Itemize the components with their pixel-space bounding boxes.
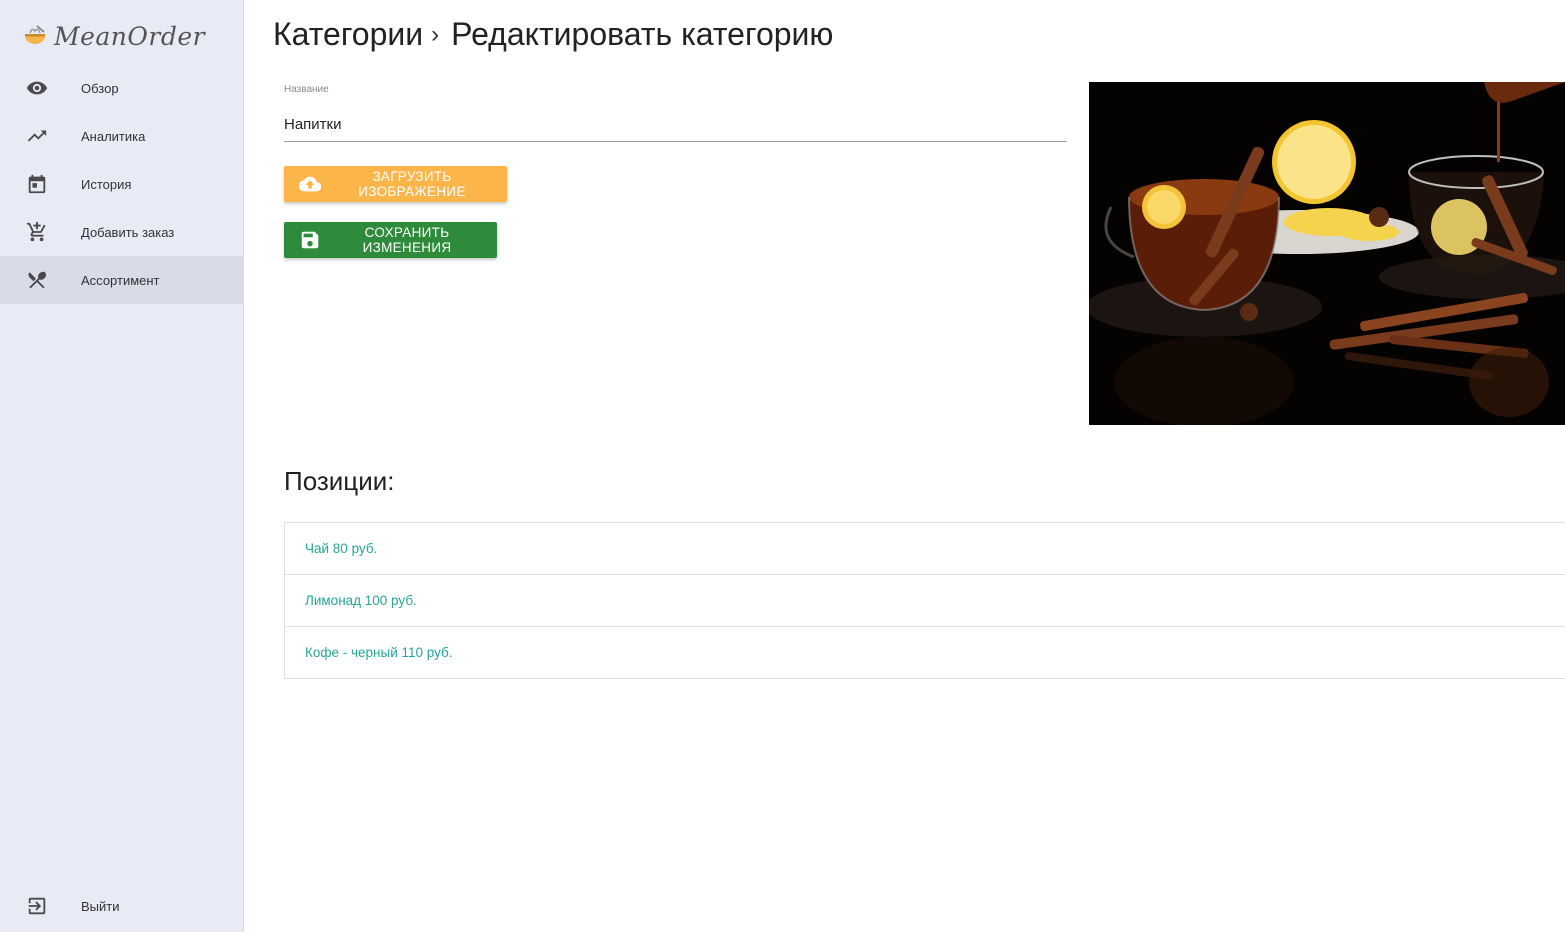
sidebar-item-history[interactable]: История	[0, 160, 243, 208]
utensils-icon	[25, 268, 49, 292]
eye-icon	[25, 76, 49, 100]
tea-photo-illustration	[1089, 82, 1565, 425]
sidebar-footer: Выйти	[0, 882, 243, 930]
sidebar-item-label: Выйти	[81, 898, 120, 914]
sidebar-item-label: Ассортимент	[81, 272, 160, 288]
chevron-right-icon: ›	[431, 20, 440, 48]
app-root: MeanOrder Обзор Аналитика История Добави…	[0, 0, 1565, 932]
position-item-coffee[interactable]: Кофе - черный 110 руб.	[285, 627, 1565, 678]
category-image	[1089, 82, 1565, 425]
cloud-upload-icon	[299, 173, 321, 195]
save-changes-label: СОХРАНИТЬ ИЗМЕНЕНИЯ	[362, 225, 452, 255]
positions-list: Чай 80 руб. Лимонад 100 руб. Кофе - черн…	[284, 522, 1565, 679]
upload-image-label: ЗАГРУЗИТЬ ИЗОБРАЖЕНИЕ	[358, 169, 466, 199]
category-name-input[interactable]	[284, 107, 1067, 142]
position-item-lemonade[interactable]: Лимонад 100 руб.	[285, 575, 1565, 627]
sidebar-item-overview[interactable]: Обзор	[0, 64, 243, 112]
position-item-tea[interactable]: Чай 80 руб.	[285, 523, 1565, 575]
sidebar: MeanOrder Обзор Аналитика История Добави…	[0, 0, 244, 932]
sidebar-item-add-order[interactable]: Добавить заказ	[0, 208, 243, 256]
brand-logo[interactable]: MeanOrder	[22, 16, 205, 56]
brand-name: MeanOrder	[54, 21, 206, 51]
trending-up-icon	[25, 124, 49, 148]
positions-title: Позиции:	[284, 466, 395, 496]
add-cart-icon	[25, 220, 49, 244]
sidebar-item-label: Добавить заказ	[81, 224, 175, 240]
rice-bowl-icon	[25, 25, 45, 44]
page-title: Редактировать категорию	[451, 16, 834, 52]
sidebar-item-logout[interactable]: Выйти	[0, 882, 243, 930]
calendar-icon	[25, 172, 49, 196]
upload-image-button[interactable]: ЗАГРУЗИТЬ ИЗОБРАЖЕНИЕ	[284, 166, 507, 202]
save-changes-button[interactable]: СОХРАНИТЬ ИЗМЕНЕНИЯ	[284, 222, 497, 258]
sidebar-item-label: История	[81, 176, 132, 192]
category-name-field: Название	[284, 84, 1067, 142]
sidebar-nav: Обзор Аналитика История Добавить заказ А…	[0, 64, 243, 304]
category-name-label: Название	[284, 84, 329, 95]
sidebar-item-label: Аналитика	[81, 128, 146, 144]
breadcrumb: Категории › Редактировать категорию	[273, 16, 833, 53]
breadcrumb-categories-link[interactable]: Категории	[273, 16, 423, 53]
sidebar-item-assortment[interactable]: Ассортимент	[0, 256, 243, 304]
main-content: Категории › Редактировать категорию Назв…	[244, 0, 1565, 932]
sidebar-item-analytics[interactable]: Аналитика	[0, 112, 243, 160]
logout-icon	[25, 894, 49, 918]
save-icon	[299, 229, 321, 251]
sidebar-item-label: Обзор	[81, 80, 119, 96]
